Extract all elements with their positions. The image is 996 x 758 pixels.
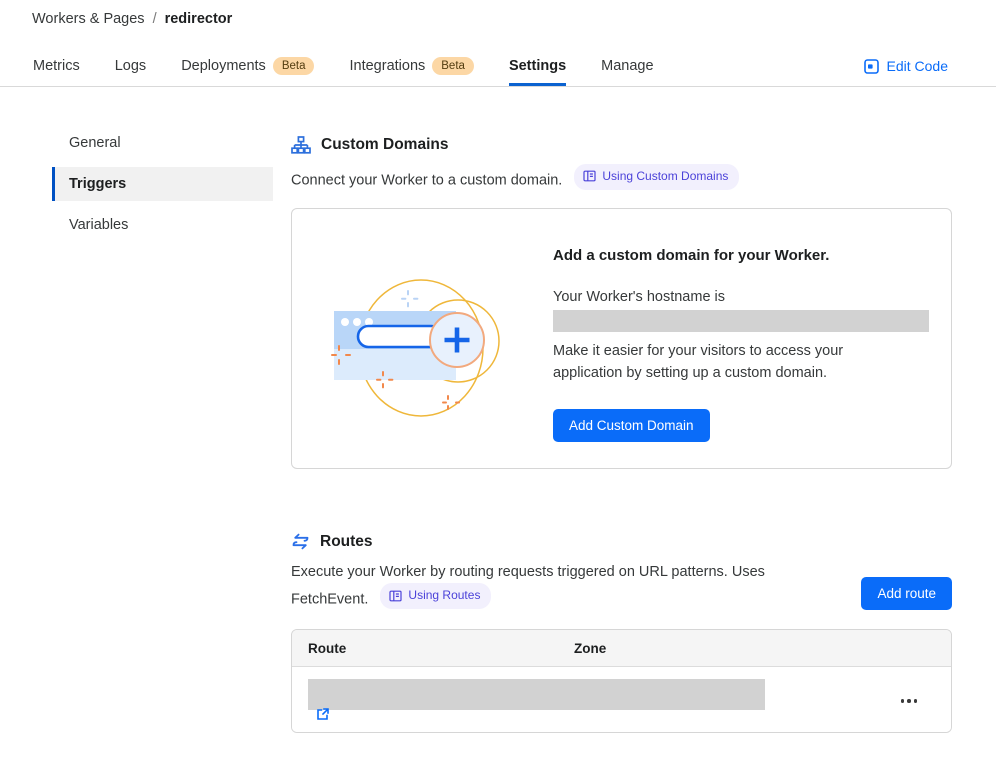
sidebar-item-triggers[interactable]: Triggers [52, 167, 273, 201]
row-actions-menu-icon[interactable] [897, 695, 922, 707]
routes-description: Execute your Worker by routing requests … [291, 561, 836, 611]
swap-arrows-icon [291, 533, 310, 550]
sidebar-item-general[interactable]: General [52, 126, 273, 160]
card-heading: Add a custom domain for your Worker. [553, 247, 929, 264]
settings-sidebar: General Triggers Variables [52, 126, 273, 249]
add-custom-domain-button[interactable]: Add Custom Domain [553, 409, 710, 442]
main-content: Custom Domains Connect your Worker to a … [291, 124, 952, 733]
beta-badge: Beta [273, 57, 315, 76]
sidebar-item-variables[interactable]: Variables [52, 208, 273, 242]
redacted-hostname-value [553, 310, 929, 332]
breadcrumb: Workers & Pages / redirector [32, 11, 232, 27]
beta-badge: Beta [432, 57, 474, 76]
hostname-label: Your Worker's hostname is [553, 289, 929, 305]
table-row [292, 667, 951, 732]
external-link-icon[interactable] [316, 707, 330, 721]
breadcrumb-workers-pages[interactable]: Workers & Pages [32, 11, 145, 27]
custom-domain-illustration [292, 209, 553, 468]
using-routes-link[interactable]: Using Routes [380, 583, 491, 609]
tab-integrations[interactable]: Integrations Beta [349, 46, 473, 86]
tab-settings[interactable]: Settings [509, 46, 566, 86]
section-title-text: Routes [320, 533, 373, 551]
routes-table: Route Zone [291, 629, 952, 733]
add-route-button[interactable]: Add route [861, 577, 952, 610]
edit-code-button[interactable]: Edit Code [864, 46, 948, 86]
breadcrumb-current-worker: redirector [165, 11, 233, 27]
docs-book-icon [583, 170, 596, 182]
tab-metrics[interactable]: Metrics [33, 46, 80, 86]
breadcrumb-separator: / [153, 11, 157, 27]
column-header-route: Route [292, 641, 574, 656]
routes-table-header: Route Zone [292, 630, 951, 667]
custom-domains-description: Connect your Worker to a custom domain. … [291, 164, 952, 192]
routes-header: Routes [291, 533, 952, 551]
column-header-zone: Zone [574, 641, 879, 656]
tab-manage[interactable]: Manage [601, 46, 653, 86]
routes-section: Routes Execute your Worker by routing re… [291, 533, 952, 733]
tab-logs[interactable]: Logs [115, 46, 146, 86]
section-title-text: Custom Domains [321, 136, 448, 154]
custom-domains-header: Custom Domains [291, 136, 952, 154]
card-body-text: Make it easier for your visitors to acce… [553, 340, 887, 385]
docs-book-icon [389, 590, 402, 602]
tab-bar: Metrics Logs Deployments Beta Integratio… [0, 46, 996, 87]
sitemap-icon [291, 136, 311, 154]
custom-domain-card: Add a custom domain for your Worker. You… [291, 208, 952, 469]
custom-domain-card-content: Add a custom domain for your Worker. You… [553, 209, 951, 468]
tab-deployments[interactable]: Deployments Beta [181, 46, 314, 86]
redacted-route-and-zone [308, 679, 765, 710]
browser-plus-illustration [318, 263, 528, 433]
code-editor-icon [864, 59, 879, 74]
using-custom-domains-link[interactable]: Using Custom Domains [574, 164, 739, 190]
